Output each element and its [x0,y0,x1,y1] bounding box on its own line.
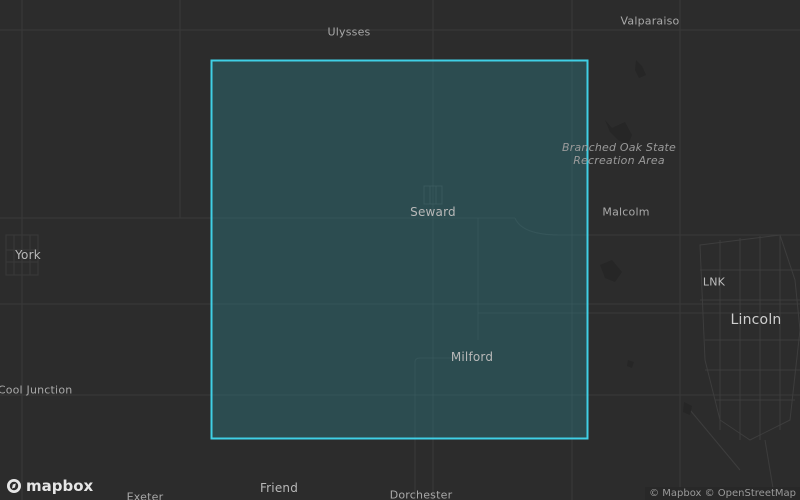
place-label-ulysses: Ulysses [327,25,371,39]
place-label-seward: Seward [410,205,456,219]
place-label-valparaiso: Valparaiso [620,14,680,28]
place-label-milford: Milford [450,350,494,364]
place-label-york: York [15,248,41,262]
place-label-lnk-airport: LNK [702,275,726,289]
place-label-mccool-junction: cCool Junction [0,383,73,397]
place-label-lincoln: Lincoln [730,312,782,328]
place-label-exeter: Exeter [126,490,164,500]
base-map [0,0,800,500]
map-canvas[interactable]: Ulysses Valparaiso Branched Oak State Re… [0,0,800,500]
mapbox-logo-icon [7,479,21,493]
place-label-dorchester: Dorchester [389,488,453,500]
place-label-friend: Friend [259,481,299,495]
mapbox-logo[interactable]: mapbox [6,477,93,495]
selection-rectangle[interactable] [210,59,589,440]
mapbox-logo-text: mapbox [26,477,94,495]
place-label-malcolm: Malcolm [602,205,650,219]
map-attribution[interactable]: © Mapbox © OpenStreetMap [645,487,800,500]
place-label-branched-oak: Branched Oak State Recreation Area [561,141,677,167]
